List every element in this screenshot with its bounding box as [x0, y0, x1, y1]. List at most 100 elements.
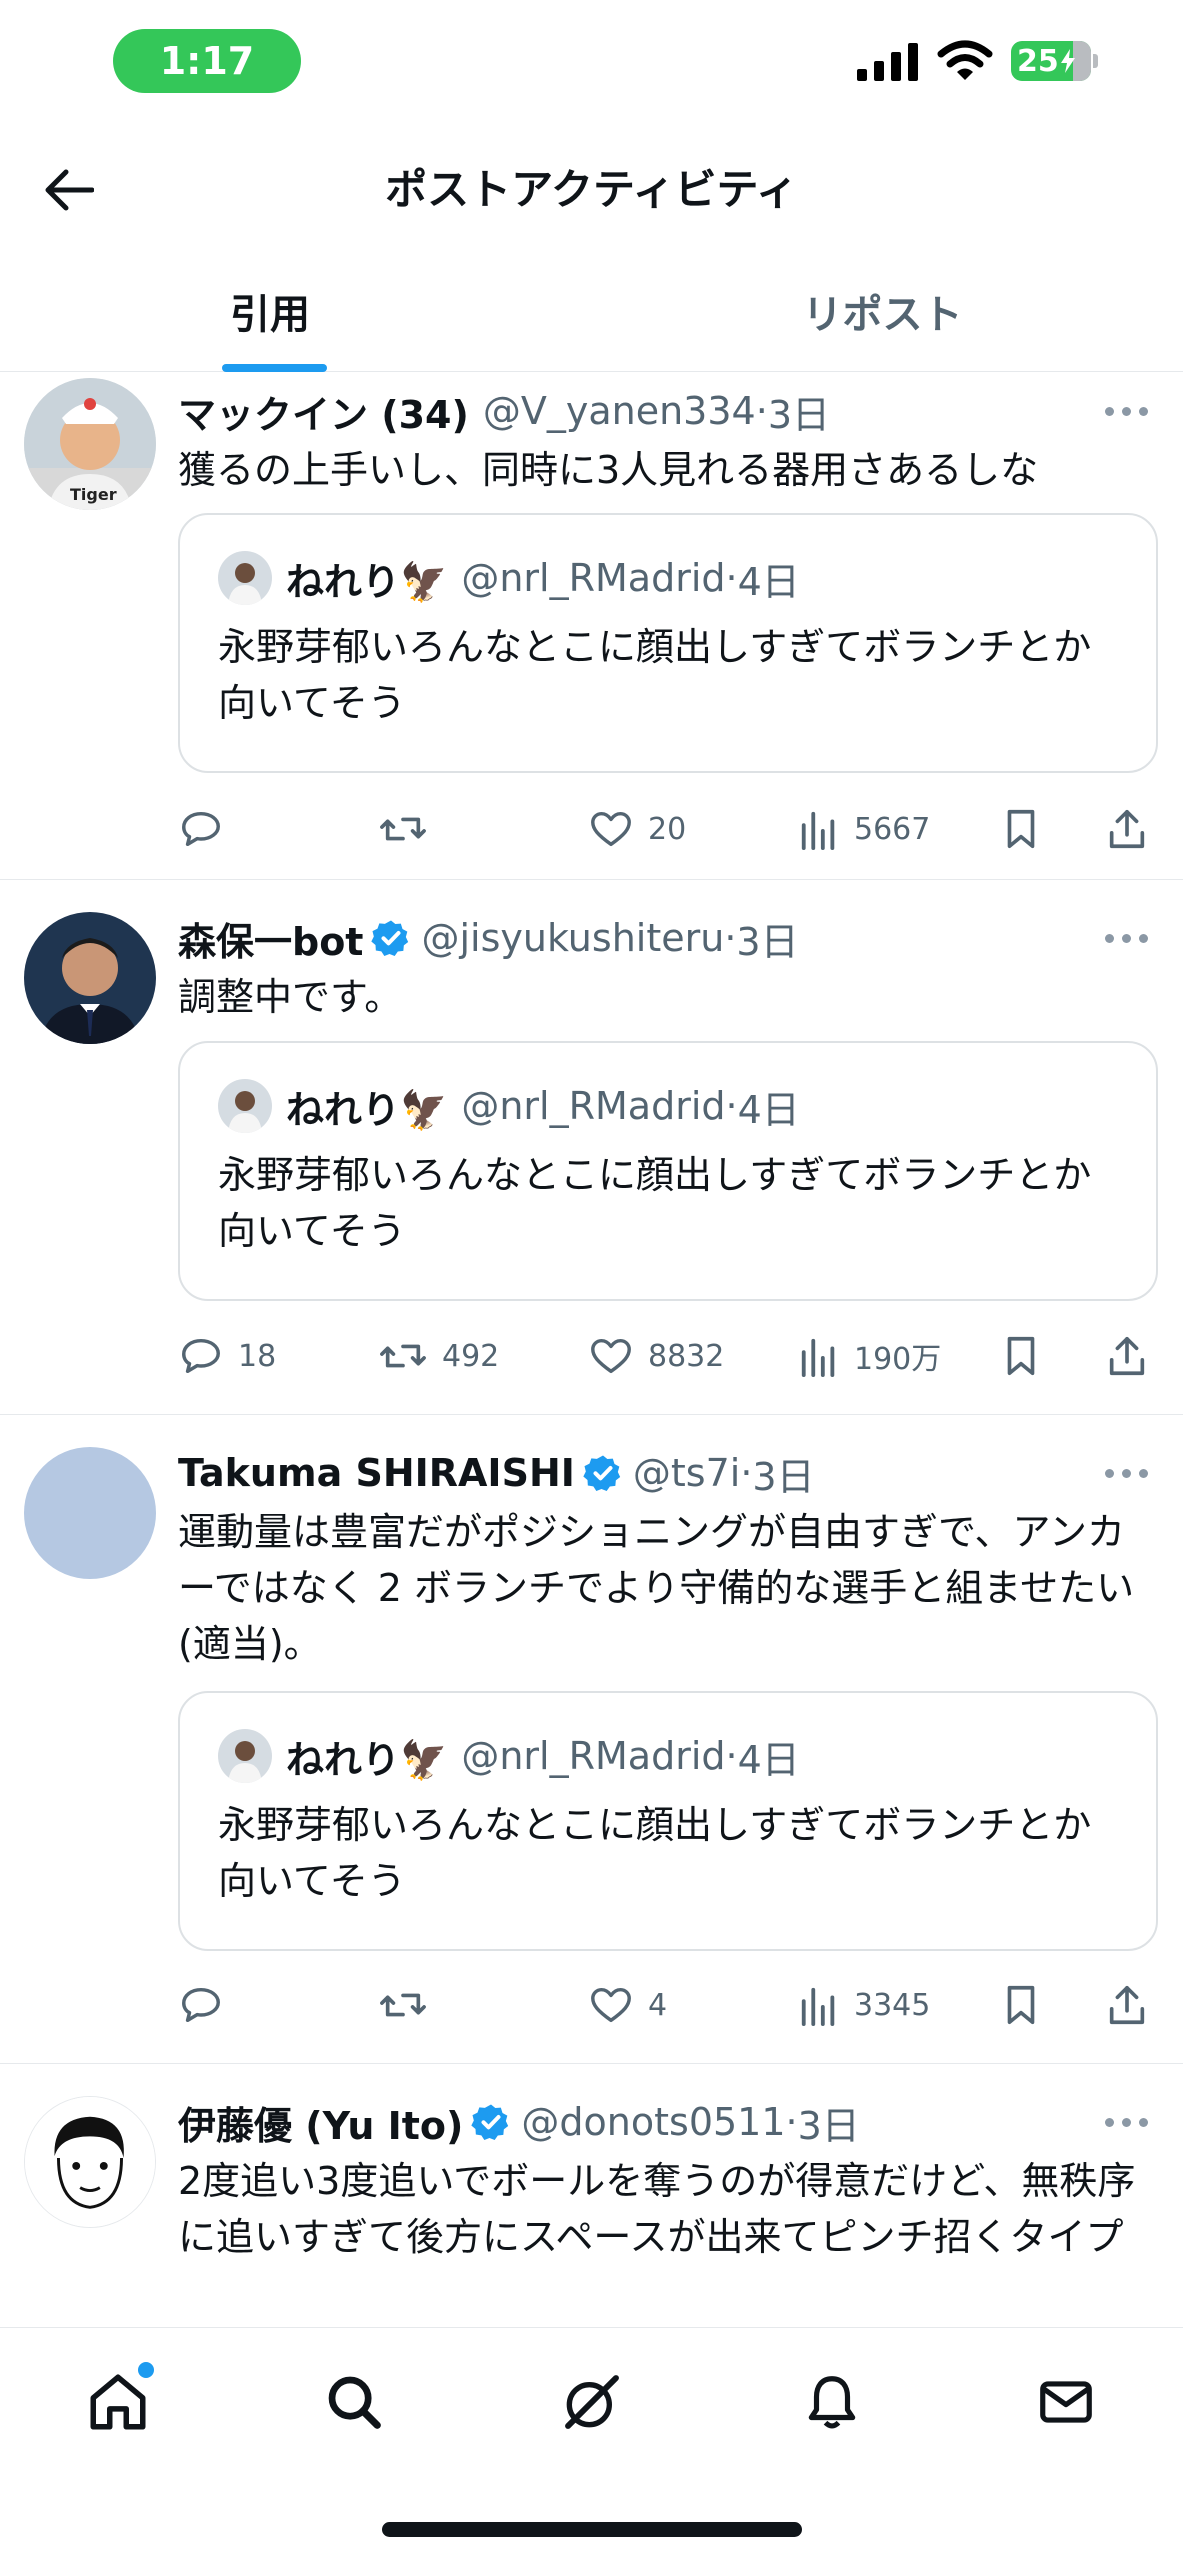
page-title: ポストアクティビティ	[385, 165, 798, 214]
bookmark-button[interactable]	[1000, 1324, 1042, 1388]
cellular-signal-icon	[857, 43, 918, 81]
quoted-header: ねれり🦅 @nrl_RMadrid · 4日	[286, 549, 800, 607]
quoted-author-handle: @nrl_RMadrid	[461, 556, 726, 600]
avatar[interactable]	[24, 912, 156, 1044]
quoted-post[interactable]: ねれり🦅 @nrl_RMadrid · 4日 永野芽郁いろんなとこに顔出しすぎて…	[178, 1691, 1158, 1951]
author-handle[interactable]: @V_yanen334	[483, 389, 756, 433]
quoted-post-time: 4日	[737, 559, 800, 604]
heart-icon	[591, 1987, 631, 2023]
reply-button[interactable]: 18	[178, 1324, 276, 1388]
share-button[interactable]	[1104, 1973, 1150, 2037]
reply-icon	[182, 811, 220, 847]
bookmark-icon	[1007, 1336, 1035, 1376]
reply-button[interactable]	[178, 1973, 238, 2037]
status-icons: 25	[857, 40, 1098, 82]
like-count: 4	[648, 1987, 668, 2023]
post-text: 獲るの上手いし、同時に3人見れる器用さあるしな	[178, 448, 1039, 492]
author-handle[interactable]: @ts7i	[633, 1451, 740, 1495]
views-button[interactable]: 3345	[798, 1973, 930, 2037]
avatar[interactable]	[24, 2096, 156, 2228]
quoted-author-handle: @nrl_RMadrid	[461, 1084, 726, 1128]
avatar[interactable]: Tiger	[24, 378, 156, 510]
heart-icon	[591, 1338, 631, 1374]
quoted-post[interactable]: ねれり🦅 @nrl_RMadrid · 4日 永野芽郁いろんなとこに顔出しすぎて…	[178, 513, 1158, 773]
post-card[interactable]: Takuma SHIRAISHI @ts7i · 3日 運動量は豊富だがポジショ…	[0, 1415, 1183, 2064]
quoted-avatar	[218, 1079, 272, 1133]
nav-messages[interactable]	[1026, 2362, 1106, 2442]
post-card[interactable]: 森保一bot @jisyukushiteru · 3日 調整中です。 ねれり🦅 …	[0, 880, 1183, 1415]
quoted-author-handle: @nrl_RMadrid	[461, 1734, 726, 1778]
analytics-icon	[801, 811, 835, 850]
bookmark-icon	[1007, 809, 1035, 849]
post-actions: 20 5667	[178, 797, 1158, 861]
quoted-post-time: 4日	[737, 1737, 800, 1782]
post-time: 3日	[767, 392, 830, 437]
author-handle[interactable]: @jisyukushiteru	[421, 916, 724, 960]
tab-quotes[interactable]: 引用	[0, 250, 611, 371]
wifi-icon	[937, 40, 993, 80]
active-tab-indicator	[222, 364, 327, 372]
bottom-nav	[0, 2327, 1183, 2560]
svg-text:Tiger: Tiger	[70, 485, 117, 504]
home-indicator[interactable]	[382, 2522, 802, 2537]
nav-home[interactable]	[78, 2362, 158, 2442]
nav-search[interactable]	[314, 2362, 394, 2442]
post-time: 3日	[752, 1454, 815, 1499]
more-options-button[interactable]	[1105, 2112, 1151, 2132]
view-count: 3345	[854, 1987, 931, 2023]
share-icon	[1109, 1336, 1145, 1376]
verified-badge-icon	[471, 2102, 511, 2142]
tab-reposts[interactable]: リポスト	[611, 250, 1183, 371]
quoted-post[interactable]: ねれり🦅 @nrl_RMadrid · 4日 永野芽郁いろんなとこに顔出しすぎて…	[178, 1041, 1158, 1301]
post-header: 森保一bot @jisyukushiteru · 3日	[178, 910, 799, 966]
more-options-button[interactable]	[1105, 928, 1151, 948]
reply-icon	[182, 1987, 220, 2023]
like-button[interactable]: 8832	[588, 1324, 724, 1388]
views-button[interactable]: 190万	[798, 1324, 941, 1388]
analytics-icon	[801, 1338, 835, 1377]
avatar[interactable]	[24, 1447, 156, 1579]
avatar-image	[24, 912, 156, 1044]
bookmark-button[interactable]	[1000, 1973, 1042, 2037]
tab-reposts-label: リポスト	[802, 291, 963, 338]
views-button[interactable]: 5667	[798, 797, 930, 861]
battery-icon: 25	[1011, 41, 1098, 81]
post-card[interactable]: Tiger マックイン (34) @V_yanen334 · 3日 獲るの上手い…	[0, 373, 1183, 880]
repost-icon	[380, 1344, 426, 1368]
like-button[interactable]: 20	[588, 797, 686, 861]
bookmark-button[interactable]	[1000, 797, 1042, 861]
post-card[interactable]: 伊藤優 (Yu Ito) @donots0511 · 3日 2度追い3度追いでボ…	[0, 2064, 1183, 2327]
post-actions: 4 3345	[178, 1973, 1158, 2037]
analytics-icon	[801, 1987, 835, 2026]
home-icon	[90, 2374, 146, 2430]
reply-button[interactable]	[178, 797, 238, 861]
repost-button[interactable]	[378, 1973, 442, 2037]
quote-feed[interactable]: Tiger マックイン (34) @V_yanen334 · 3日 獲るの上手い…	[0, 373, 1183, 2327]
repost-button[interactable]	[378, 797, 442, 861]
like-count: 8832	[648, 1338, 725, 1374]
nav-grok[interactable]	[552, 2362, 632, 2442]
share-button[interactable]	[1104, 1324, 1150, 1388]
like-button[interactable]: 4	[588, 1973, 667, 2037]
reply-count: 18	[238, 1338, 277, 1374]
author-name[interactable]: Takuma SHIRAISHI	[178, 1451, 575, 1495]
quoted-post-text: 永野芽郁いろんなとこに顔出しすぎてボランチとか向いてそう	[218, 625, 1092, 725]
notification-dot	[138, 2362, 154, 2378]
repost-button[interactable]: 492	[378, 1324, 499, 1388]
more-options-button[interactable]	[1105, 1463, 1151, 1483]
author-name[interactable]: 伊藤優 (Yu Ito)	[178, 2095, 463, 2150]
author-handle[interactable]: @donots0511	[521, 2100, 785, 2144]
envelope-icon	[1040, 2381, 1092, 2423]
quoted-post-time: 4日	[737, 1087, 800, 1132]
author-name[interactable]: 森保一bot	[178, 911, 363, 966]
post-actions: 18 492 8832 190万	[178, 1324, 1158, 1388]
heart-icon	[591, 811, 631, 847]
more-options-button[interactable]	[1105, 401, 1151, 421]
reply-icon	[182, 1338, 220, 1374]
post-time: 3日	[736, 919, 799, 964]
share-button[interactable]	[1104, 797, 1150, 861]
nav-notifications[interactable]	[792, 2362, 872, 2442]
post-text: 2度追い3度追いでボールを奪うのが得意だけど、無秩序に追いすぎて後方にスペースが…	[178, 2159, 1136, 2259]
author-name[interactable]: マックイン (34)	[178, 384, 469, 439]
repost-count: 492	[442, 1338, 500, 1374]
